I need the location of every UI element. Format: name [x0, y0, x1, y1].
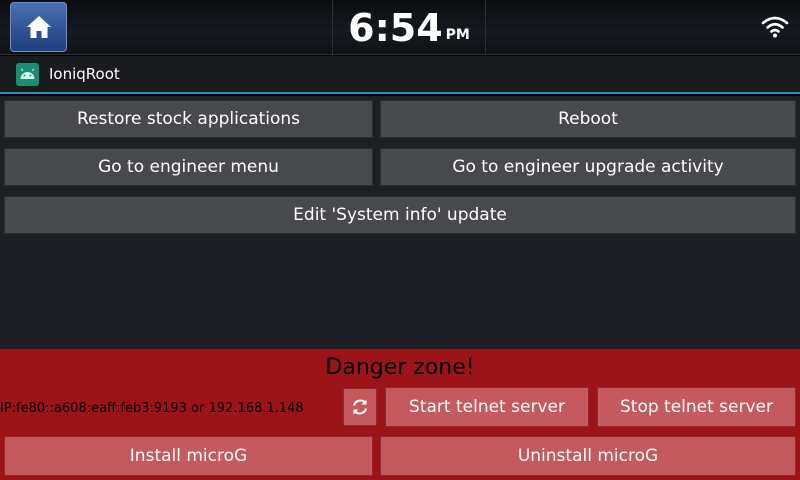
restore-stock-apps-button[interactable]: Restore stock applications [4, 100, 373, 138]
main-panel: Restore stock applications Reboot Go to … [0, 96, 800, 349]
install-microg-button[interactable]: Install microG [4, 436, 373, 476]
home-button[interactable] [10, 2, 67, 52]
wifi-icon [761, 16, 789, 38]
clock-time: 6:54 [348, 5, 443, 50]
ip-address-label: IP:fe80::a608:eaff:feb3:9193 or 192.168.… [0, 401, 304, 416]
danger-zone: Danger zone! IP:fe80::a608:eaff:feb3:919… [0, 349, 800, 480]
clock-ampm: PM [445, 26, 470, 43]
app-title: IoniqRoot [49, 65, 120, 83]
uninstall-microg-button[interactable]: Uninstall microG [380, 436, 796, 476]
android-icon [16, 62, 39, 86]
danger-zone-title: Danger zone! [325, 355, 475, 380]
edit-system-info-button[interactable]: Edit 'System info' update [4, 196, 796, 234]
refresh-icon [353, 399, 367, 415]
reboot-button[interactable]: Reboot [380, 100, 796, 138]
status-bar: 6:54 PM [0, 0, 800, 55]
app-title-bar: IoniqRoot [0, 56, 800, 94]
refresh-button[interactable] [343, 388, 377, 426]
stop-telnet-button[interactable]: Stop telnet server [597, 387, 796, 427]
home-icon [26, 16, 51, 38]
engineer-menu-button[interactable]: Go to engineer menu [4, 148, 373, 186]
clock: 6:54 PM [333, 0, 485, 55]
engineer-upgrade-button[interactable]: Go to engineer upgrade activity [380, 148, 796, 186]
divider [485, 0, 486, 55]
start-telnet-button[interactable]: Start telnet server [385, 387, 589, 427]
